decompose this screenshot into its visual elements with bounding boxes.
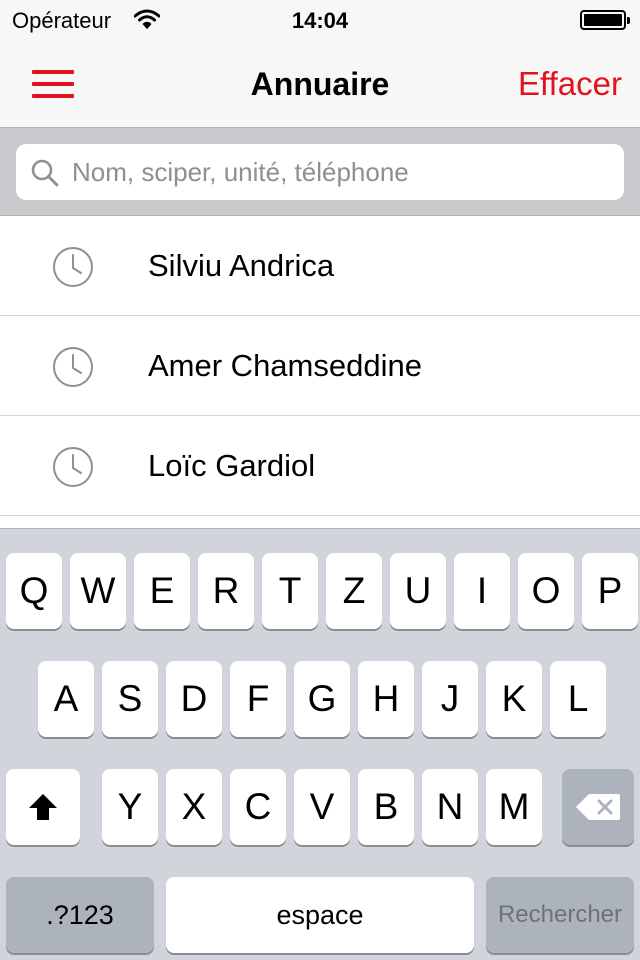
key-r[interactable]: R (198, 553, 254, 629)
key-c[interactable]: C (230, 769, 286, 845)
key-m[interactable]: M (486, 769, 542, 845)
clock-icon (53, 347, 93, 387)
key-k[interactable]: K (486, 661, 542, 737)
battery-icon (580, 10, 630, 30)
key-q[interactable]: Q (6, 553, 62, 629)
key-d[interactable]: D (166, 661, 222, 737)
recent-searches-list: Silviu Andrica Amer Chamseddine Loïc Gar… (0, 216, 640, 516)
battery-level (584, 14, 622, 26)
clear-button[interactable]: Effacer (518, 65, 622, 103)
space-key-label: espace (276, 899, 364, 930)
key-j[interactable]: J (422, 661, 478, 737)
search-icon (31, 159, 59, 187)
navigation-bar: Annuaire Effacer (0, 40, 640, 128)
clock-icon (53, 247, 93, 287)
list-item-label: Loïc Gardiol (148, 448, 316, 483)
key-l[interactable]: L (550, 661, 606, 737)
key-b[interactable]: B (358, 769, 414, 845)
return-key-label: Rechercher (497, 901, 623, 928)
key-g[interactable]: G (294, 661, 350, 737)
key-z[interactable]: Z (326, 553, 382, 629)
key-v[interactable]: V (294, 769, 350, 845)
status-time: 14:04 (291, 8, 349, 33)
list-item[interactable]: Amer Chamseddine (0, 316, 640, 416)
list-item-label: Amer Chamseddine (148, 348, 422, 383)
space-key[interactable]: espace (166, 877, 474, 953)
status-bar: Opérateur 14:04 (0, 0, 640, 40)
key-y[interactable]: Y (102, 769, 158, 845)
shift-arrow-icon (29, 794, 57, 820)
list-item[interactable]: Loïc Gardiol (0, 416, 640, 516)
list-item[interactable]: Silviu Andrica (0, 216, 640, 316)
key-f[interactable]: F (230, 661, 286, 737)
backspace-icon (576, 794, 620, 820)
list-item-label: Silviu Andrica (148, 248, 335, 283)
key-s[interactable]: S (102, 661, 158, 737)
search-bar (0, 128, 640, 216)
key-a[interactable]: A (38, 661, 94, 737)
search-return-key[interactable]: Rechercher (486, 877, 634, 953)
menu-button[interactable] (24, 68, 80, 100)
shift-key[interactable] (6, 769, 80, 845)
numbers-key[interactable]: .?123 (6, 877, 154, 953)
key-e[interactable]: E (134, 553, 190, 629)
key-o[interactable]: O (518, 553, 574, 629)
clock-icon (53, 447, 93, 487)
key-w[interactable]: W (70, 553, 126, 629)
key-u[interactable]: U (390, 553, 446, 629)
key-i[interactable]: I (454, 553, 510, 629)
key-h[interactable]: H (358, 661, 414, 737)
numbers-key-label: .?123 (46, 899, 114, 930)
key-x[interactable]: X (166, 769, 222, 845)
backspace-key[interactable] (562, 769, 634, 845)
key-t[interactable]: T (262, 553, 318, 629)
search-field[interactable] (16, 144, 624, 200)
key-n[interactable]: N (422, 769, 478, 845)
search-input[interactable] (72, 144, 612, 200)
keyboard: Q W E R T Z U I O P A S D F G H J K L Y … (0, 528, 640, 960)
key-p[interactable]: P (582, 553, 638, 629)
